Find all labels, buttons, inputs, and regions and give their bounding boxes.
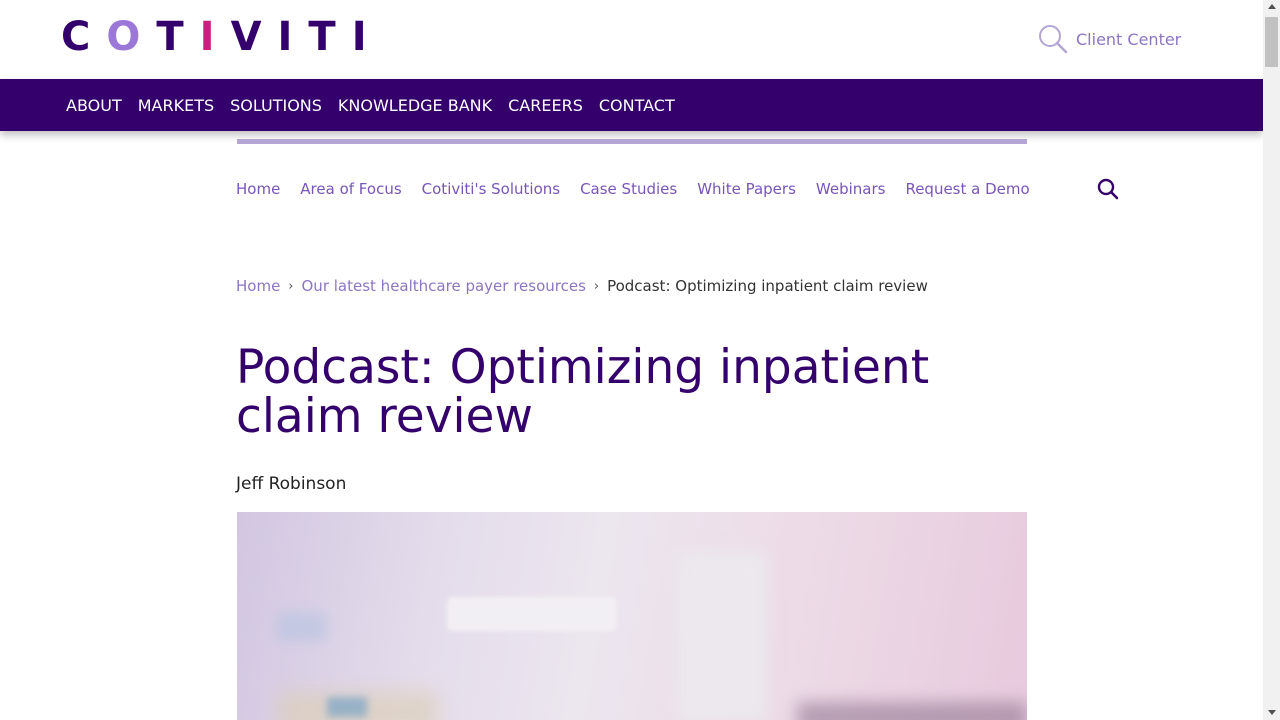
breadcrumb-current: Podcast: Optimizing inpatient claim revi… [607,277,928,295]
nav-markets[interactable]: MARKETS [130,96,222,115]
breadcrumb: Home › Our latest healthcare payer resou… [236,277,928,295]
cotiviti-logo[interactable]: COTIVITI [61,14,383,60]
subnav-webinars[interactable]: Webinars [816,180,886,198]
subnav-case-studies[interactable]: Case Studies [580,180,677,198]
article-author: Jeff Robinson [236,474,347,494]
main-nav: ABOUT MARKETS SOLUTIONS KNOWLEDGE BANK C… [0,79,1263,131]
breadcrumb-resources[interactable]: Our latest healthcare payer resources [302,277,586,295]
nav-contact[interactable]: CONTACT [591,96,683,115]
subnav-area-of-focus[interactable]: Area of Focus [300,180,401,198]
subnav-search-button[interactable] [1097,178,1119,204]
scroll-thumb[interactable] [1265,17,1278,67]
subnav-request-demo[interactable]: Request a Demo [905,180,1029,198]
nav-solutions[interactable]: SOLUTIONS [222,96,330,115]
page-title: Podcast: Optimizing inpatient claim revi… [236,340,930,444]
subnav-home[interactable]: Home [236,180,280,198]
nav-knowledge-bank[interactable]: KNOWLEDGE BANK [330,96,500,115]
hero-image [237,512,1027,720]
client-center-link[interactable]: Client Center [1038,24,1181,54]
vertical-scrollbar[interactable] [1263,0,1280,720]
subnav-white-papers[interactable]: White Papers [697,180,796,198]
chevron-right-icon: › [288,278,294,294]
nav-about[interactable]: ABOUT [58,96,130,115]
breadcrumb-home[interactable]: Home [236,277,280,295]
scroll-down-icon[interactable] [1268,710,1276,715]
nav-careers[interactable]: CAREERS [500,96,591,115]
search-icon [1039,25,1068,54]
site-header: COTIVITI Client Center [0,0,1263,79]
sub-nav: Home Area of Focus Cotiviti's Solutions … [236,180,1030,198]
scroll-up-icon[interactable] [1268,4,1276,9]
subnav-solutions[interactable]: Cotiviti's Solutions [422,180,560,198]
accent-divider [237,139,1027,144]
chevron-right-icon: › [593,278,600,294]
search-icon [1097,178,1119,200]
client-center-label: Client Center [1076,29,1182,49]
